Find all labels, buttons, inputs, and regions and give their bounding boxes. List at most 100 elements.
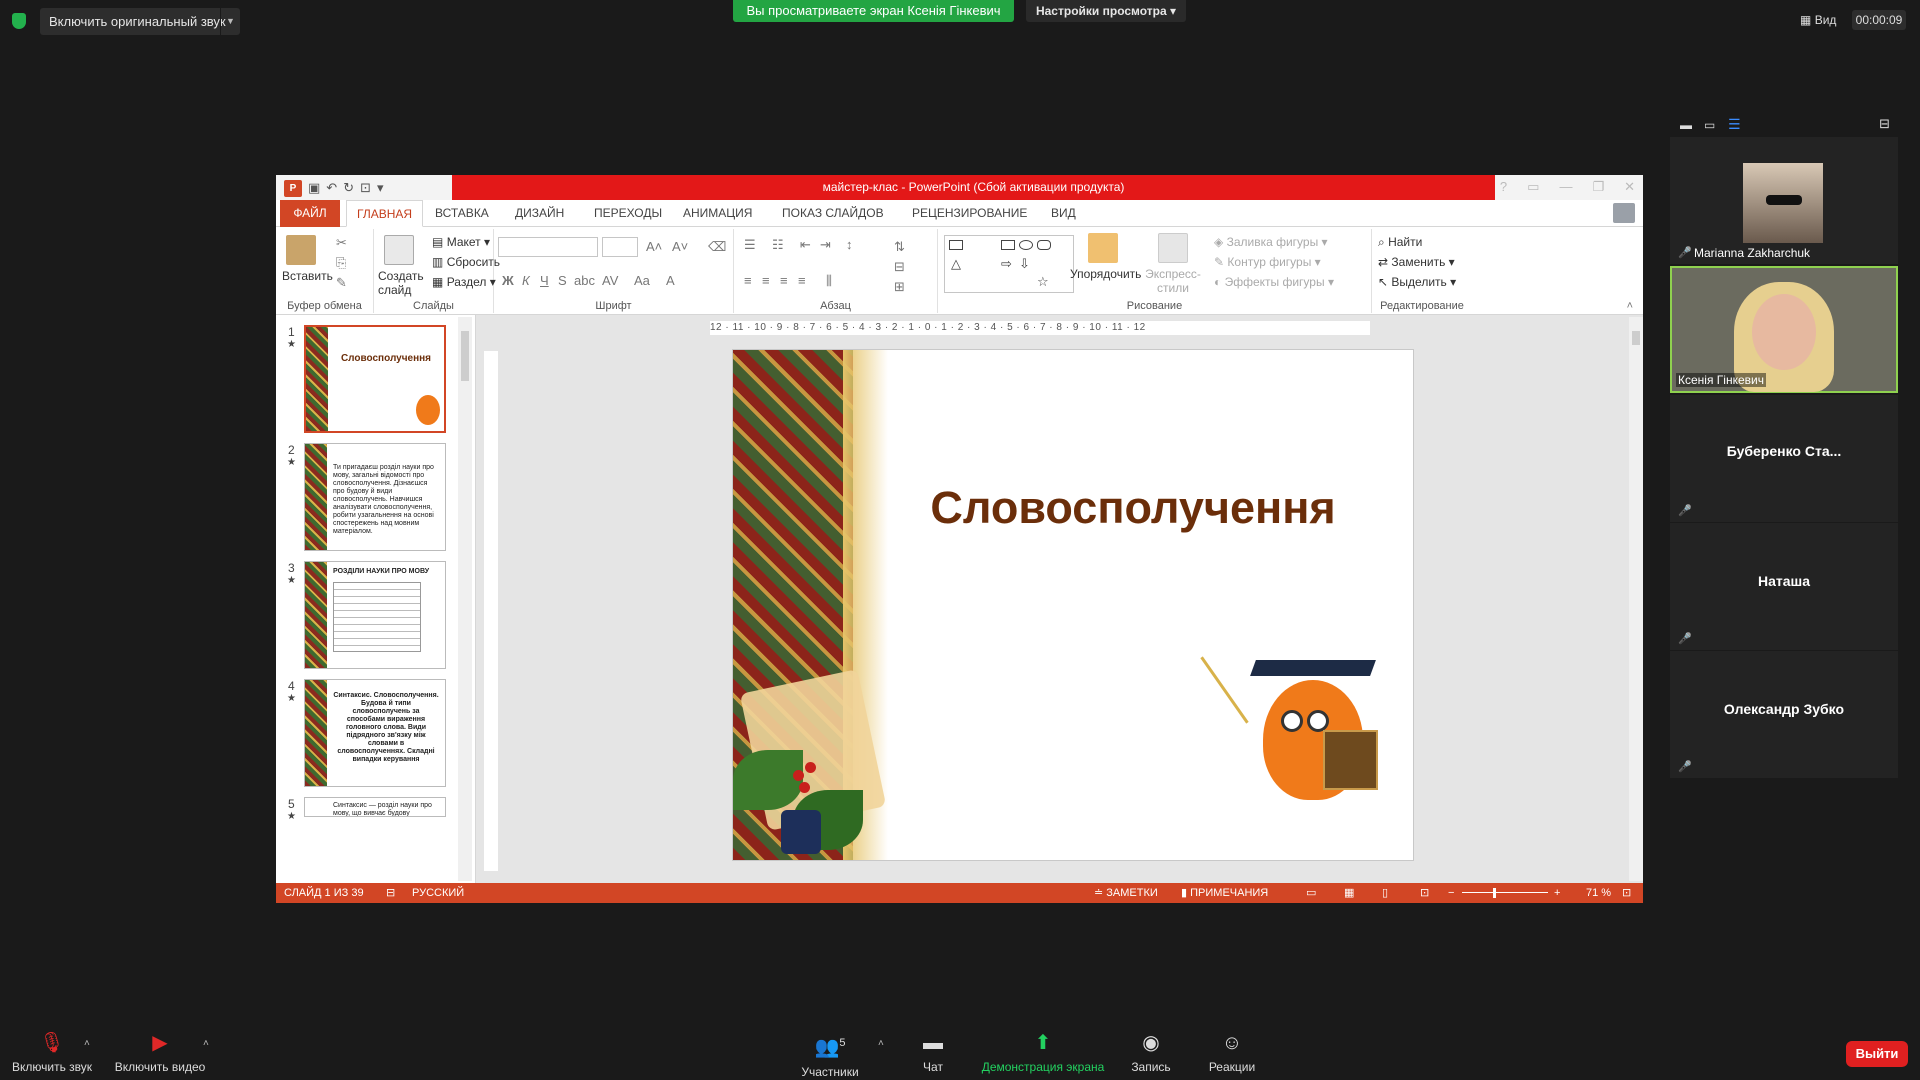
align-center-icon[interactable]: ≡ [762, 273, 770, 288]
customize-qat-icon[interactable]: ▾ [377, 180, 384, 196]
decrease-indent-icon[interactable]: ⇤ [800, 237, 811, 253]
single-view-icon[interactable]: ▭ [1704, 118, 1715, 132]
original-sound-button[interactable]: Включить оригинальный звук ▼ [40, 8, 240, 35]
leave-button[interactable]: Выйти [1846, 1041, 1908, 1067]
justify-icon[interactable]: ≡ [798, 273, 806, 288]
help-icon[interactable]: ? [1500, 179, 1507, 195]
redo-icon[interactable]: ↻ [343, 180, 354, 196]
italic-icon[interactable]: К [522, 273, 530, 288]
ribbon-display-icon[interactable]: ▭ [1527, 179, 1539, 195]
align-text-icon[interactable]: ⊟ [894, 259, 905, 275]
participant-tile-active-speaker[interactable]: Ксенія Гінкевич [1670, 266, 1898, 393]
start-video-button[interactable]: ▶ Включить видео [112, 1032, 208, 1074]
view-button[interactable]: ▦ Вид [1800, 10, 1844, 30]
increase-indent-icon[interactable]: ⇥ [820, 237, 831, 253]
slide-thumbnail-2[interactable]: Ти пригадаєш розділ науки про мову, зага… [304, 443, 446, 551]
participant-tile[interactable]: Наташа 🎤 [1670, 523, 1898, 650]
section-button[interactable]: ▦ Раздел ▾ [432, 275, 496, 289]
align-left-icon[interactable]: ≡ [744, 273, 752, 288]
save-icon[interactable]: ▣ [308, 180, 320, 196]
smartart-icon[interactable]: ⊞ [894, 279, 905, 295]
side-by-side-icon[interactable]: ⊟ [1879, 116, 1890, 132]
minimize-icon[interactable]: — [1559, 179, 1572, 195]
video-options-chevron-icon[interactable]: ˄ [203, 1038, 209, 1049]
slide-thumbnail-4[interactable]: Синтаксис. Словосполучення. Будова й тип… [304, 679, 446, 787]
grow-font-icon[interactable]: A˄ [646, 239, 662, 254]
minimize-gallery-icon[interactable]: ▬ [1680, 118, 1692, 132]
slide-sorter-icon[interactable]: ▦ [1344, 883, 1354, 903]
clear-format-icon[interactable]: ⌫ [708, 239, 726, 255]
bold-icon[interactable]: Ж [502, 273, 514, 288]
scrollbar-thumb[interactable] [1632, 331, 1640, 345]
slide-title[interactable]: Словосполучення [883, 482, 1383, 534]
shapes-gallery[interactable]: △ ⇨ ⇩ ☆ [944, 235, 1074, 293]
zoom-level[interactable]: 71 % [1586, 883, 1611, 903]
bullets-icon[interactable]: ☰ [744, 237, 756, 253]
strikethrough-icon[interactable]: abc [574, 273, 595, 288]
participant-tile[interactable]: 🎤 Marianna Zakharchuk [1670, 137, 1898, 264]
editing-scrollbar[interactable] [1629, 317, 1643, 881]
find-button[interactable]: ⌕ Найти [1378, 235, 1422, 250]
tab-transitions[interactable]: ПЕРЕХОДЫ [594, 200, 662, 227]
tab-review[interactable]: РЕЦЕНЗИРОВАНИЕ [912, 200, 1027, 227]
numbering-icon[interactable]: ☷ [772, 237, 784, 253]
paste-button[interactable]: Вставить [282, 269, 333, 283]
new-slide-icon[interactable] [384, 235, 414, 265]
shadow-icon[interactable]: S [558, 273, 567, 288]
shape-textbox[interactable] [949, 240, 963, 250]
shape-rounded[interactable] [1037, 240, 1051, 250]
tab-design[interactable]: ДИЗАЙН [515, 200, 564, 227]
tab-view[interactable]: ВИД [1051, 200, 1076, 227]
express-styles-button[interactable]: Экспресс-стили [1144, 267, 1202, 295]
text-direction-icon[interactable]: ⇅ [894, 239, 905, 255]
participants-options-chevron-icon[interactable]: ˄ [878, 1038, 884, 1049]
tab-animation[interactable]: АНИМАЦИЯ [683, 200, 752, 227]
participant-tile[interactable]: Олександр Зубко 🎤 [1670, 651, 1898, 778]
thumbnail-scrollbar[interactable] [458, 317, 472, 881]
shape-oval[interactable] [1019, 240, 1033, 250]
change-case-icon[interactable]: Aa [634, 273, 650, 288]
participants-button[interactable]: 👥5 Участники [796, 1032, 864, 1079]
gallery-view-icon[interactable]: ☰ [1728, 116, 1741, 133]
cut-icon[interactable]: ✂ [336, 235, 347, 251]
view-settings-button[interactable]: Настройки просмотра ▾ [1026, 0, 1186, 22]
font-name-input[interactable] [498, 237, 598, 257]
shape-fill-button[interactable]: ◈ Заливка фигуры ▾ [1214, 235, 1328, 249]
underline-icon[interactable]: Ч [540, 273, 549, 288]
slide-thumbnail-5[interactable]: Синтаксис — розділ науки про мову, що ви… [304, 797, 446, 817]
user-avatar[interactable] [1613, 203, 1635, 223]
shape-outline-button[interactable]: ✎ Контур фигуры ▾ [1214, 255, 1321, 269]
format-painter-icon[interactable]: ✎ [336, 275, 347, 291]
slideshow-view-icon[interactable]: ⊡ [1420, 883, 1429, 903]
tab-insert[interactable]: ВСТАВКА [435, 200, 489, 227]
notes-button[interactable]: ≐ ЗАМЕТКИ [1094, 883, 1158, 903]
fit-slide-icon[interactable]: ⊡ [1622, 883, 1631, 903]
zoom-slider-thumb[interactable] [1493, 888, 1496, 898]
tab-file[interactable]: ФАЙЛ [280, 200, 340, 227]
arrange-icon[interactable] [1088, 233, 1118, 263]
font-color-icon[interactable]: A [666, 273, 675, 288]
start-presentation-icon[interactable]: ⊡ [360, 180, 371, 196]
paste-icon[interactable] [286, 235, 316, 265]
char-spacing-icon[interactable]: AV [602, 273, 618, 288]
express-styles-icon[interactable] [1158, 233, 1188, 263]
reset-button[interactable]: ▥ Сбросить [432, 255, 500, 269]
maximize-icon[interactable]: ❐ [1592, 179, 1604, 195]
line-spacing-icon[interactable]: ↕ [846, 237, 853, 252]
reading-view-icon[interactable]: ▯ [1382, 883, 1388, 903]
record-button[interactable]: ◉ Запись [1126, 1032, 1176, 1074]
shrink-font-icon[interactable]: A˅ [672, 239, 688, 254]
reactions-button[interactable]: ☺ Реакции [1202, 1032, 1262, 1074]
shape-effects-button[interactable]: ◐ Эффекты фигуры ▾ [1214, 275, 1334, 289]
close-icon[interactable]: ✕ [1624, 179, 1635, 195]
unmute-button[interactable]: 🎙 Включить звук [8, 1032, 96, 1074]
chevron-down-icon[interactable]: ▼ [220, 8, 240, 35]
normal-view-icon[interactable]: ▭ [1306, 883, 1316, 903]
undo-icon[interactable]: ↶ [326, 180, 337, 196]
copy-icon[interactable]: ⎘ [336, 255, 346, 271]
current-slide[interactable]: Словосполучення [732, 349, 1414, 861]
select-button[interactable]: ↖ Выделить ▾ [1378, 275, 1456, 289]
tab-home[interactable]: ГЛАВНАЯ [346, 200, 424, 227]
columns-icon[interactable]: ⫼ [826, 273, 832, 289]
chat-button[interactable]: ▬ Чат [908, 1032, 958, 1074]
